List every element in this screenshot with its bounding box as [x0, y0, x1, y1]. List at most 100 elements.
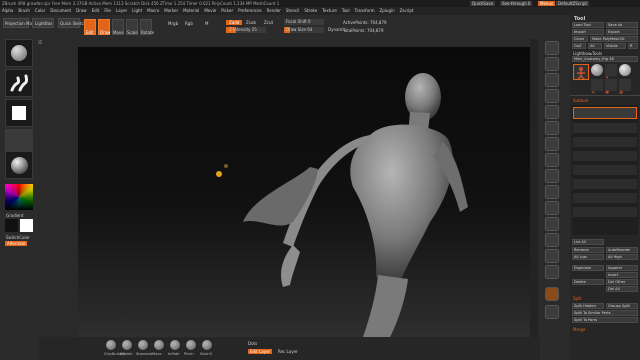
split-to-parts-button[interactable]: Split To Parts — [572, 317, 638, 323]
gradient-label[interactable]: Gradient — [6, 213, 23, 218]
append-button[interactable]: Append — [606, 265, 638, 271]
main-color-swatch[interactable] — [5, 219, 18, 232]
menu-item-picker[interactable]: Picker — [221, 8, 233, 13]
menu-item-edit[interactable]: Edit — [92, 8, 100, 13]
brush-hpolish-icon[interactable] — [122, 340, 132, 350]
brush-pinch-icon[interactable] — [186, 340, 196, 350]
focal-shift-slider[interactable]: Focal Shift 0 — [284, 19, 324, 25]
zsub-button[interactable]: Zsub — [246, 20, 256, 25]
autoreorder-button[interactable]: AutoReorder — [606, 247, 638, 253]
export-button[interactable]: Export — [606, 29, 638, 35]
menu-item-tool[interactable]: Tool — [342, 8, 350, 13]
brush-inflate-icon[interactable] — [170, 340, 180, 350]
menu-item-light[interactable]: Light — [132, 8, 142, 13]
actual-button[interactable] — [545, 105, 559, 119]
spix-button[interactable] — [545, 57, 559, 71]
material-thumbnail[interactable] — [5, 151, 33, 179]
scale-view-button[interactable] — [545, 217, 559, 231]
active-tool-thumb[interactable] — [573, 64, 589, 80]
menus-button[interactable]: Menus — [538, 1, 556, 6]
del-all-button[interactable]: Del All — [606, 286, 638, 292]
canvas-viewport[interactable] — [78, 47, 530, 337]
transp-button[interactable] — [545, 265, 559, 279]
sphere-tool-thumb[interactable] — [591, 64, 603, 76]
rename-button[interactable]: Rename — [572, 247, 604, 253]
all-high-button[interactable]: All High — [606, 254, 638, 260]
lightbox-button[interactable]: LightBox — [32, 18, 54, 28]
menu-item-brush[interactable]: Brush — [18, 8, 30, 13]
menu-item-file[interactable]: File — [104, 8, 111, 13]
menu-item-color[interactable]: Color — [35, 8, 45, 13]
load-tool-button[interactable]: Load Tool — [572, 22, 604, 28]
canvas-scrollbar[interactable] — [530, 39, 538, 339]
insert-button[interactable]: Insert — [606, 272, 638, 278]
subtool-item[interactable] — [573, 193, 637, 203]
quicksave-button[interactable]: QuickSave — [470, 1, 496, 6]
menu-item-stroke[interactable]: Stroke — [304, 8, 317, 13]
star-tool-thumb[interactable]: ✦ — [605, 64, 617, 81]
all-low-button[interactable]: All Low — [572, 254, 604, 260]
current-tool-slider[interactable]: Male_Anatomy_Rig 48 — [572, 56, 638, 62]
menu-item-zscript[interactable]: Zscript — [400, 8, 414, 13]
draw-size-slider[interactable]: Draw Size 64 — [284, 27, 324, 33]
alternate-button[interactable]: Alternate — [5, 241, 28, 246]
save-as-button[interactable]: Save As — [606, 22, 638, 28]
solo-button[interactable] — [545, 287, 559, 301]
zoom-button[interactable] — [545, 89, 559, 103]
clone-button[interactable]: Clone — [572, 36, 588, 42]
menu-item-preferences[interactable]: Preferences — [238, 8, 262, 13]
m-toggle[interactable]: M — [205, 21, 208, 26]
menu-item-layer[interactable]: Layer — [116, 8, 127, 13]
switch-color-button[interactable]: SwitchColor — [6, 235, 30, 240]
menu-item-render[interactable]: Render — [267, 8, 281, 13]
rotate-view-button[interactable] — [545, 233, 559, 247]
menu-item-zplugin[interactable]: Zplugin — [380, 8, 395, 13]
figure2-tool-thumb[interactable]: ✶ — [591, 79, 603, 96]
persp-button[interactable] — [545, 121, 559, 135]
polysphere-tool-thumb[interactable] — [619, 64, 631, 76]
menu-item-macro[interactable]: Macro — [147, 8, 159, 13]
groups-split-button[interactable]: Groups Split — [606, 303, 638, 309]
z-intensity-slider[interactable]: Z Intensity 25 — [226, 27, 266, 33]
scroll-button[interactable] — [545, 73, 559, 87]
make-polymesh-button[interactable]: Make PolyMesh3D — [590, 36, 638, 42]
zcut-button[interactable]: Zcut — [264, 20, 273, 25]
menu-item-draw[interactable]: Draw — [76, 8, 86, 13]
see-through-slider[interactable]: See-through 0 — [500, 1, 533, 6]
duplicate-button[interactable]: Duplicate — [572, 265, 604, 271]
menu-item-movie[interactable]: Movie — [204, 8, 216, 13]
menu-item-material[interactable]: Material — [183, 8, 199, 13]
floor-button[interactable] — [545, 137, 559, 151]
edit-layer-button[interactable]: Edit Layer — [248, 349, 273, 354]
mrgb-toggle[interactable]: Mrgb — [168, 21, 178, 26]
brush-claybuildup-icon[interactable] — [106, 340, 116, 350]
menu-item-marker[interactable]: Marker — [164, 8, 178, 13]
merge-header[interactable]: Merge — [573, 327, 586, 332]
split-hidden-button[interactable]: Split Hidden — [572, 303, 604, 309]
subtool-item[interactable] — [573, 207, 637, 217]
brush-slash3-icon[interactable] — [202, 340, 212, 350]
r-button[interactable]: R — [628, 43, 638, 49]
quick-sketch-button[interactable]: Quick Sketch — [58, 18, 86, 28]
subtool-item[interactable] — [573, 179, 637, 189]
subtool-item[interactable] — [573, 137, 637, 147]
move-view-button[interactable] — [545, 201, 559, 215]
split-header[interactable]: Split — [573, 296, 582, 301]
polyf-button[interactable] — [545, 249, 559, 263]
rgb-toggle[interactable]: Rgb — [185, 21, 193, 26]
secondary-color-swatch[interactable] — [20, 219, 33, 232]
brush-standard-icon[interactable] — [138, 340, 148, 350]
rotate-button[interactable]: Rotate — [140, 19, 154, 35]
rec-layer-button[interactable]: Rec Layer — [278, 349, 298, 354]
subtool-item-active[interactable] — [573, 107, 637, 119]
brush-thumbnail[interactable] — [5, 39, 33, 67]
default-zscript-button[interactable]: DefaultZScript — [556, 1, 589, 6]
subtool-item[interactable] — [573, 123, 637, 133]
brush-move-icon[interactable] — [154, 340, 164, 350]
bpr-button[interactable] — [545, 41, 559, 55]
subtool-item[interactable] — [573, 165, 637, 175]
menu-item-document[interactable]: Document — [50, 8, 71, 13]
visible-button[interactable]: Visible — [604, 43, 626, 49]
split-to-similar-button[interactable]: Split To Similar Parts — [572, 310, 638, 316]
menu-item-stencil[interactable]: Stencil — [286, 8, 300, 13]
